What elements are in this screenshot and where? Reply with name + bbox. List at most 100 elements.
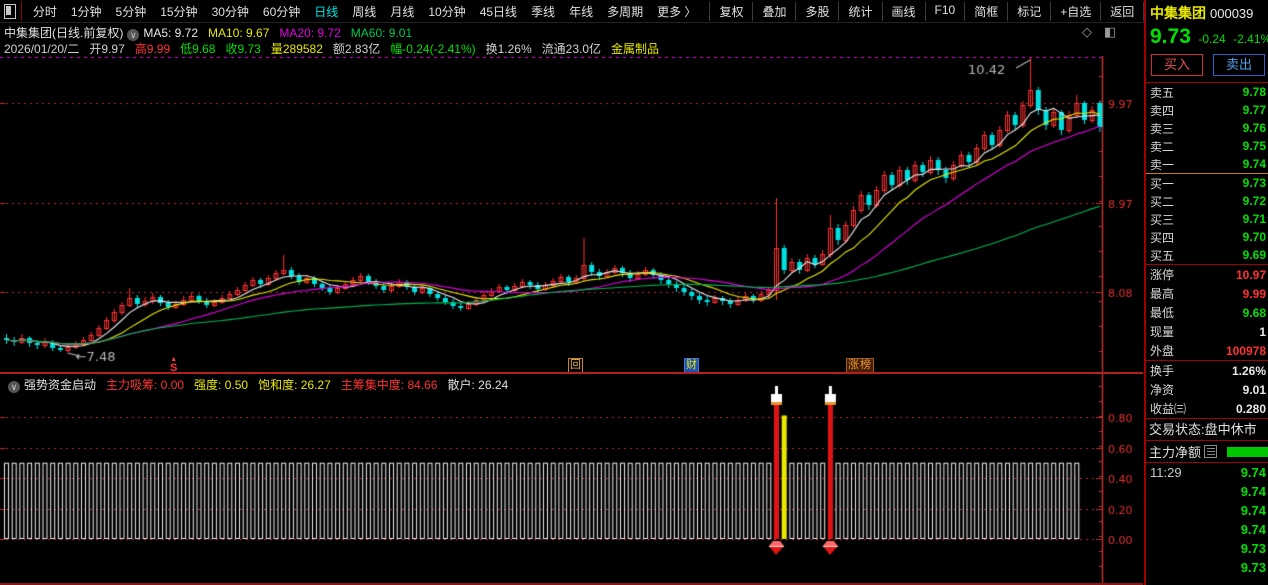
stat-value: 1.26%	[1231, 363, 1266, 378]
tick-row: 9.74	[1146, 482, 1268, 501]
menu-tool[interactable]: 多股	[795, 1, 838, 21]
stat-row: 涨停 10.97	[1146, 265, 1268, 284]
menu-tool[interactable]: 返回	[1100, 1, 1145, 21]
tick-price: 9.74	[1240, 484, 1266, 499]
stat-label: 最低	[1150, 306, 1175, 320]
bid-levels: 买一 9.73 买二 9.72 买三 9.71 买四 9.70 买五 9.69	[1146, 174, 1268, 264]
sell-button[interactable]: 卖出	[1213, 54, 1265, 76]
bid-level-row[interactable]: 买三 9.71	[1146, 210, 1268, 228]
menu-period[interactable]: 月线	[383, 3, 421, 20]
info-segment: 幅-0.24(-2.41%)	[390, 42, 476, 56]
level-label: 卖三	[1150, 121, 1175, 136]
ask-level-row[interactable]: 卖二 9.75	[1146, 137, 1268, 155]
stock-name: 中集集团	[1150, 5, 1206, 21]
list-icon[interactable]	[1204, 445, 1218, 458]
bid-level-row[interactable]: 买四 9.70	[1146, 228, 1268, 246]
info-segment: 流通23.0亿	[541, 42, 602, 56]
stat-value: 9.68	[1242, 305, 1266, 320]
menu-tool[interactable]: 叠加	[752, 1, 795, 21]
level-price: 9.77	[1242, 103, 1266, 117]
chart-title: 中集集团(日线.前复权)	[4, 26, 124, 40]
level-price: 9.71	[1242, 212, 1266, 226]
info-segment: 低9.68	[180, 42, 216, 56]
menu-period[interactable]: 1分钟	[64, 3, 109, 20]
ask-level-row[interactable]: 卖四 9.77	[1146, 101, 1268, 119]
bid-level-row[interactable]: 买一 9.73	[1146, 174, 1268, 192]
menu-tool[interactable]: 统计	[838, 1, 881, 21]
stat-row: 最低 9.68	[1146, 303, 1268, 322]
menu-tool[interactable]: 画线	[881, 1, 925, 21]
menu-period[interactable]: 分时	[26, 3, 64, 20]
level-label: 买二	[1150, 194, 1175, 209]
stat-row: 换手 1.26%	[1146, 361, 1268, 380]
stat-label: 外盘	[1150, 344, 1175, 358]
level-label: 买一	[1150, 176, 1175, 191]
stat-value: 1	[1259, 324, 1266, 339]
bid-level-row[interactable]: 买二 9.72	[1146, 192, 1268, 210]
menu-tool[interactable]: 标记	[1007, 1, 1050, 21]
tick-list[interactable]: 11:29 9.74 9.74 9.74 9.74 9.73 9.73	[1146, 463, 1268, 577]
period-menu: 分时 1分钟 5分钟 15分钟 30分钟 60分钟 日线 周线 月线 10分钟 45日线 季线 年线 多周…	[26, 3, 704, 20]
ask-level-row[interactable]: 卖五 9.78	[1146, 83, 1268, 101]
tick-price: 9.74	[1240, 465, 1266, 480]
menu-period[interactable]: 更多 〉	[650, 3, 703, 20]
menu-period[interactable]: 年线	[562, 3, 600, 20]
info-segment: MA10: 9.67	[208, 26, 270, 40]
quote-name-row: 中集集团 000039	[1146, 0, 1268, 23]
menu-period[interactable]: 季线	[524, 3, 562, 20]
tick-row: 9.73	[1146, 558, 1268, 577]
split-square-icon[interactable]: ◧	[1104, 24, 1116, 40]
menu-tool[interactable]: +自选	[1050, 1, 1100, 21]
main-net-row: 主力净额	[1146, 441, 1268, 462]
menu-tool[interactable]: 复权	[709, 1, 752, 21]
menu-period[interactable]: 日线	[307, 3, 345, 20]
tick-row: 9.73	[1146, 539, 1268, 558]
net-inflow-bar	[1227, 446, 1268, 457]
ask-level-row[interactable]: 卖一 9.74	[1146, 155, 1268, 173]
indicator-canvas[interactable]	[0, 374, 1143, 585]
menu-period[interactable]: 周线	[345, 3, 383, 20]
menu-period[interactable]: 多周期	[600, 3, 650, 20]
menu-period[interactable]: 5分钟	[109, 3, 154, 20]
diamond-icon[interactable]: ◇	[1082, 24, 1092, 40]
level-price: 9.75	[1242, 139, 1266, 153]
menu-period[interactable]: 15分钟	[153, 3, 204, 20]
menu-tool[interactable]: 简框	[964, 1, 1007, 21]
info-segment: 额2.83亿	[332, 42, 381, 56]
signal-tag[interactable]: 涨榜	[846, 358, 874, 373]
status-label: 交易状态:	[1149, 422, 1205, 437]
window-layout-icon[interactable]	[4, 3, 17, 19]
main-net-label: 主力净额	[1149, 445, 1202, 460]
menu-period[interactable]: 60分钟	[256, 3, 307, 20]
stat-row: 外盘 100978	[1146, 341, 1268, 360]
stock-code: 000039	[1210, 6, 1254, 21]
menu-period[interactable]: 30分钟	[205, 3, 256, 20]
level-label: 卖五	[1150, 85, 1175, 100]
trade-status-row: 交易状态:盘中休市	[1146, 419, 1268, 440]
level-label: 卖一	[1150, 157, 1175, 172]
quote-panel: 中集集团 000039 9.73 -0.24 -2.41% 买入 卖出 卖五 9.7…	[1144, 0, 1268, 585]
info-segment: MA5: 9.72	[143, 26, 199, 40]
bid-level-row[interactable]: 买五 9.69	[1146, 246, 1268, 264]
ask-level-row[interactable]: 卖三 9.76	[1146, 119, 1268, 137]
stat-value: 10.97	[1235, 267, 1266, 282]
stats-block-1: 涨停 10.97 最高 9.99 最低 9.68 现量 1 外盘 100978	[1146, 265, 1268, 360]
level-price: 9.72	[1242, 194, 1266, 208]
quote-price-row: 9.73 -0.24 -2.41%	[1146, 23, 1268, 50]
main-chart-canvas[interactable]	[0, 56, 1143, 372]
info-segment: 开9.97	[89, 42, 125, 56]
stat-value: 9.01	[1242, 382, 1266, 397]
menu-tool[interactable]: F10	[924, 1, 965, 21]
menu-period[interactable]: 10分钟	[421, 3, 472, 20]
signal-tag[interactable]: 回	[568, 358, 583, 373]
stat-value: 9.99	[1242, 286, 1266, 301]
buy-button[interactable]: 买入	[1151, 54, 1203, 76]
info-segment: MA60: 9.01	[350, 26, 413, 40]
menu-period[interactable]: 45日线	[473, 3, 524, 20]
price-change: -0.24	[1198, 32, 1226, 46]
signal-tag[interactable]: 财	[684, 358, 699, 373]
tick-price: 9.74	[1240, 522, 1266, 537]
level-label: 买四	[1150, 230, 1175, 245]
trade-buttons: 买入 卖出	[1146, 50, 1268, 82]
last-price: 9.73	[1150, 25, 1191, 48]
